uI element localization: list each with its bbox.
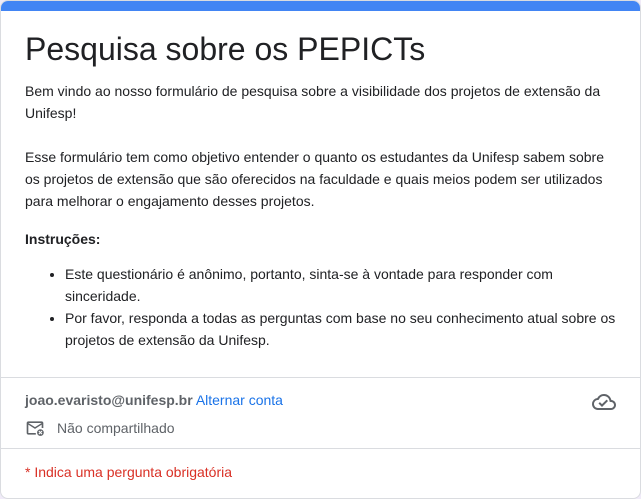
instructions-list: Este questionário é anônimo, portanto, s… — [25, 263, 617, 351]
instruction-item: Este questionário é anônimo, portanto, s… — [65, 263, 617, 307]
cloud-done-icon[interactable] — [592, 390, 616, 414]
form-title: Pesquisa sobre os PEPICTs — [25, 31, 426, 67]
description-paragraph-1: Bem vindo ao nosso formulário de pesquis… — [25, 83, 601, 121]
account-row: joao.evaristo@unifesp.br Alternar conta — [25, 390, 283, 410]
description-paragraph-2: Esse formulário tem como objetivo entend… — [25, 149, 604, 209]
sharing-status-row: Não compartilhado — [25, 418, 175, 438]
required-question-note: * Indica uma pergunta obrigatória — [25, 464, 233, 480]
sharing-status-text: Não compartilhado — [57, 420, 175, 436]
form-accent-bar — [1, 1, 640, 11]
form-description: Bem vindo ao nosso formulário de pesquis… — [25, 80, 617, 351]
switch-account-link[interactable]: Alternar conta — [196, 392, 283, 408]
divider — [1, 448, 640, 449]
divider — [1, 377, 640, 378]
instructions-heading: Instruções: — [25, 231, 101, 247]
account-email: joao.evaristo@unifesp.br — [25, 392, 193, 408]
instruction-item: Por favor, responda a todas as perguntas… — [65, 307, 617, 351]
form-header-card: Pesquisa sobre os PEPICTs Bem vindo ao n… — [0, 0, 641, 499]
mail-off-icon — [26, 421, 44, 436]
